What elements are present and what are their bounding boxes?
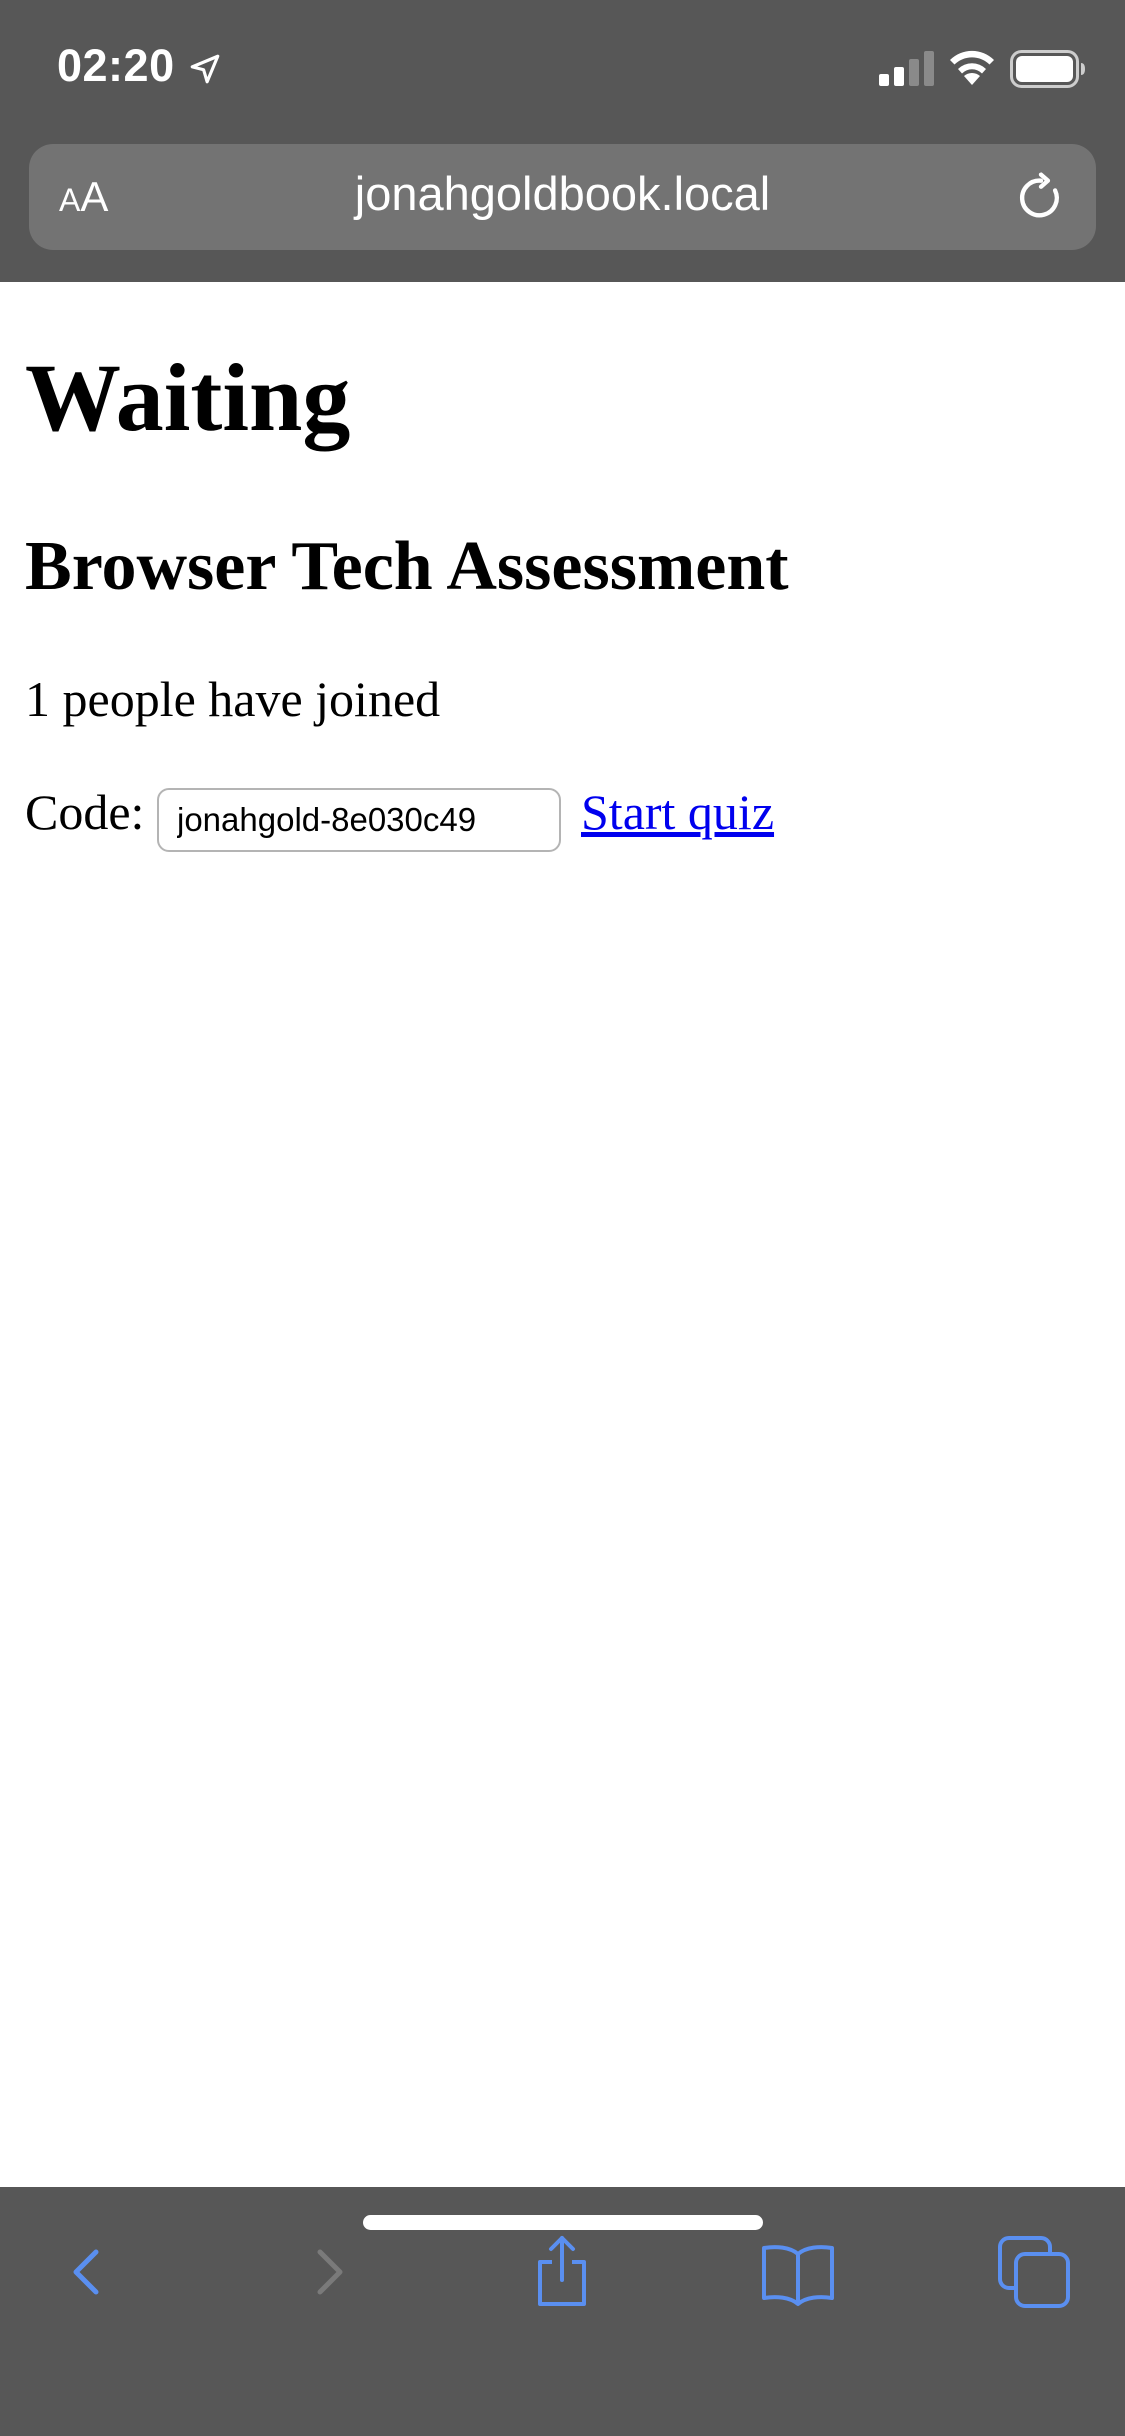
forward-icon[interactable]: [288, 2232, 368, 2312]
back-icon[interactable]: [48, 2232, 128, 2312]
status-bar: 02:20: [0, 0, 1125, 130]
home-indicator[interactable]: [363, 2215, 763, 2230]
tabs-icon[interactable]: [994, 2232, 1074, 2312]
reload-icon[interactable]: [1015, 172, 1067, 224]
location-arrow-icon: [190, 54, 220, 84]
share-icon[interactable]: [522, 2232, 602, 2312]
code-input[interactable]: [157, 788, 561, 852]
quiz-title: Browser Tech Assessment: [25, 528, 789, 605]
bookmarks-icon[interactable]: [758, 2232, 838, 2312]
joined-count-text: 1 people have joined: [25, 671, 441, 727]
start-quiz-link[interactable]: Start quiz: [581, 787, 774, 837]
status-time: 02:20: [57, 40, 175, 91]
page-title: Waiting: [25, 344, 351, 451]
cellular-signal-icon: [879, 51, 934, 86]
wifi-icon: [950, 50, 994, 85]
web-page-content: Waiting Browser Tech Assessment 1 people…: [0, 282, 1125, 2187]
battery-icon: [1010, 50, 1085, 88]
address-bar[interactable]: AA jonahgoldbook.local: [29, 144, 1096, 250]
code-label: Code:: [25, 784, 145, 840]
url-text[interactable]: jonahgoldbook.local: [29, 144, 1096, 250]
browser-top-chrome: 02:20 AA jonahgoldbook.local: [0, 0, 1125, 282]
